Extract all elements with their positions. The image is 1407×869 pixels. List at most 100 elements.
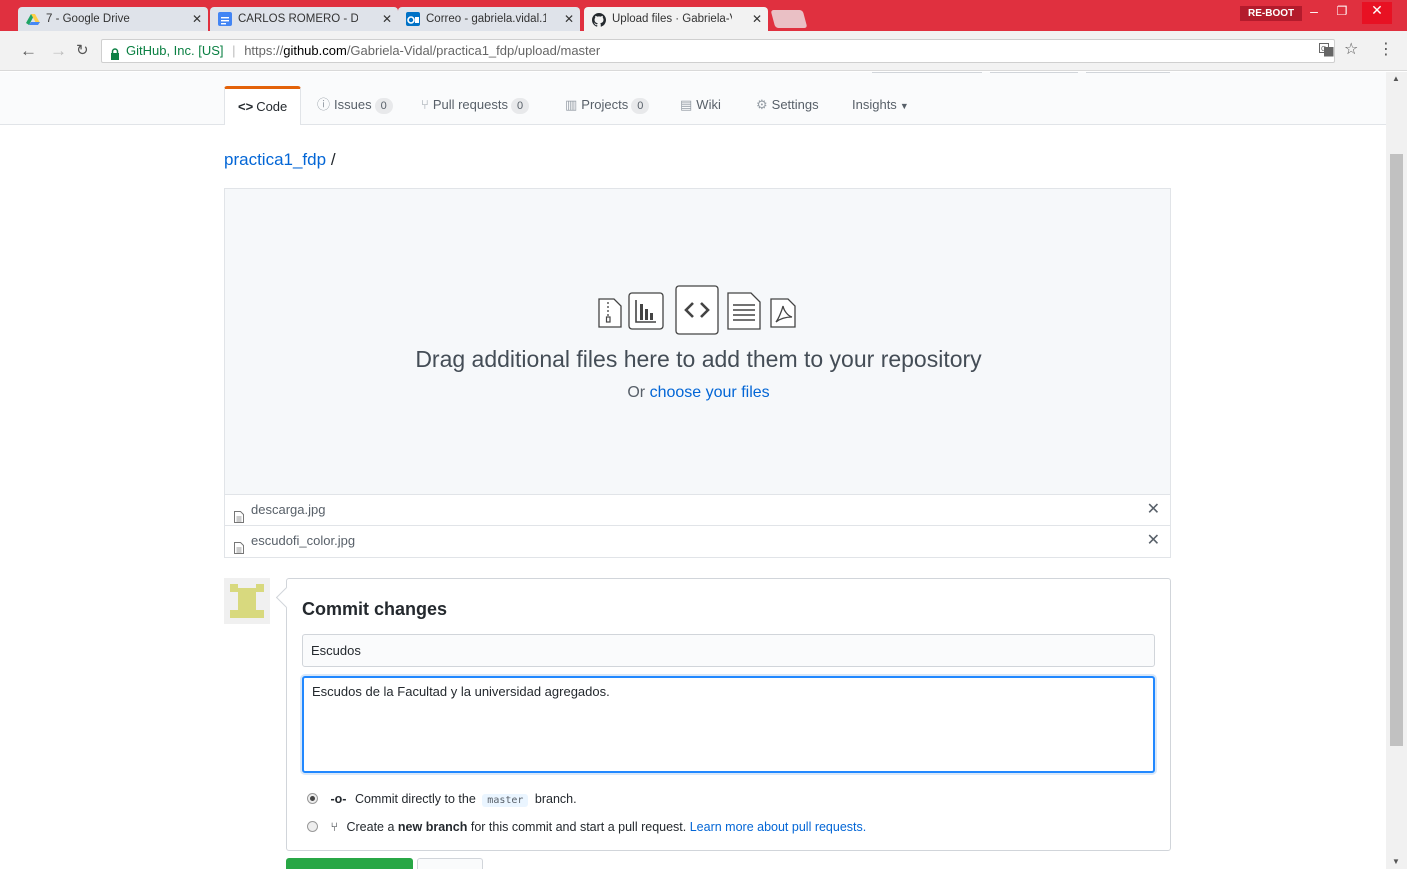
lock-icon [110, 45, 120, 60]
breadcrumb: practica1_fdp / [224, 148, 336, 172]
svg-text:G: G [1321, 46, 1326, 53]
dropzone-subtitle: Or choose your files [225, 384, 1172, 402]
menu-dots-icon[interactable]: ⋮ [1378, 41, 1394, 58]
reload-icon[interactable]: ↻ [76, 42, 89, 59]
repo-action-button[interactable] [1086, 72, 1170, 73]
commit-form: Commit changes Escudos de la Facultad y … [286, 578, 1171, 851]
commit-description-textarea[interactable]: Escudos de la Facultad y la universidad … [302, 676, 1155, 773]
google-drive-icon [26, 12, 40, 26]
tab-label: Projects [581, 97, 629, 112]
code-file-icon [675, 285, 719, 338]
page-scrollbar[interactable]: ▲ ▼ [1386, 72, 1407, 869]
tab-insights[interactable]: Insights ▼ [852, 86, 909, 125]
tab-title: Correo - gabriela.vidal.1 [426, 13, 546, 25]
tab-pull-requests[interactable]: ⑂ Pull requests 0 [421, 86, 530, 125]
file-zip-icon [598, 298, 622, 331]
text-file-icon [727, 292, 761, 333]
github-icon [592, 12, 607, 27]
scroll-down-icon[interactable]: ▼ [1392, 857, 1400, 866]
bookmark-star-icon[interactable]: ☆ [1344, 41, 1358, 58]
profile-badge[interactable]: RE-BOOT [1240, 6, 1303, 21]
forward-arrow-icon[interactable]: → [50, 42, 67, 59]
pull-request-icon: ⑂ [330, 820, 338, 834]
commit-summary-input[interactable] [302, 634, 1155, 667]
caret-down-icon: ▼ [899, 101, 909, 111]
remove-file-icon[interactable]: ✕ [1147, 495, 1160, 525]
commit-changes-button[interactable] [286, 858, 413, 869]
radio-new-branch[interactable] [307, 821, 318, 832]
commit-title: Commit changes [302, 599, 448, 619]
issues-counter: 0 [374, 98, 393, 114]
projects-counter: 0 [631, 98, 650, 114]
commit-direct-option[interactable]: -o- Commit directly to the master branch… [307, 792, 577, 807]
pulls-counter: 0 [510, 98, 530, 114]
project-icon: ▥ [565, 97, 578, 112]
avatar[interactable] [224, 578, 270, 624]
file-name: escudofi_color.jpg [251, 533, 356, 548]
tab-label: Pull requests [432, 97, 508, 112]
close-tab-icon[interactable]: ✕ [752, 7, 762, 31]
gear-icon: ⚙ [756, 97, 768, 112]
browser-toolbar: ← → ↻ GitHub, Inc. [US] | https://github… [0, 31, 1407, 71]
option-text: Commit directly to the [354, 792, 476, 806]
close-tab-icon[interactable]: ✕ [192, 7, 202, 31]
list-item: escudofi_color.jpg ✕ [224, 526, 1171, 558]
outlook-icon [406, 12, 420, 26]
tab-github-upload[interactable]: Upload files · Gabriela-Vi ✕ [584, 7, 768, 31]
tab-google-drive[interactable]: 7 - Google Drive ✕ [18, 7, 208, 31]
scroll-up-icon[interactable]: ▲ [1392, 74, 1400, 83]
dropzone-or-text: Or [627, 384, 646, 401]
option-text: Create a [346, 820, 395, 834]
tab-settings[interactable]: ⚙ Settings [756, 86, 819, 125]
url-scheme: https:// [244, 43, 284, 58]
tab-label: Code [256, 99, 288, 114]
browser-tab-bar: 7 - Google Drive ✕ CARLOS ROMERO - Doc ✕… [0, 0, 1407, 31]
close-window-icon[interactable]: ✕ [1362, 2, 1392, 24]
file-icon [234, 535, 244, 565]
breadcrumb-separator: / [330, 150, 336, 169]
code-icon: <> [238, 99, 254, 114]
new-tab-button[interactable] [770, 10, 808, 28]
pull-request-icon: ⑂ [421, 97, 429, 112]
tab-title: 7 - Google Drive [46, 13, 130, 25]
repo-header: <> Code ⓘ Issues 0 ⑂ Pull requests 0 ▥ Project… [0, 72, 1386, 125]
commit-new-branch-option[interactable]: ⑂ Create a new branch for this commit an… [307, 820, 866, 834]
address-bar[interactable]: GitHub, Inc. [US] | https://github.com/G… [101, 39, 1335, 63]
tab-outlook-mail[interactable]: Correo - gabriela.vidal.1 ✕ [398, 7, 580, 31]
tab-label: Settings [771, 97, 819, 112]
close-tab-icon[interactable]: ✕ [564, 7, 574, 31]
file-name: descarga.jpg [251, 502, 326, 517]
tab-issues[interactable]: ⓘ Issues 0 [317, 86, 393, 125]
uploaded-file-list: descarga.jpg ✕ escudofi_color.jpg ✕ [224, 494, 1171, 558]
pdf-file-icon [770, 298, 796, 331]
url-path: /Gabriela-Vidal/practica1_fdp/upload/mas… [346, 43, 601, 58]
translate-icon[interactable]: G [1319, 43, 1334, 62]
tab-label: Issues [334, 97, 372, 112]
tab-google-docs[interactable]: CARLOS ROMERO - Doc ✕ [210, 7, 398, 31]
cancel-button[interactable] [417, 858, 483, 869]
tab-title: Upload files · Gabriela-Vi [612, 13, 732, 25]
tab-wiki[interactable]: ▤ Wiki [680, 86, 721, 125]
repo-action-button[interactable] [990, 72, 1078, 73]
commit-icon: -o- [330, 792, 347, 806]
repo-action-button[interactable] [872, 72, 982, 73]
tab-label: Wiki [696, 97, 721, 112]
option-bold-text: new branch [397, 820, 468, 834]
branch-name: master [482, 794, 529, 807]
back-arrow-icon[interactable]: ← [20, 42, 37, 59]
dropzone-title: Drag additional files here to add them t… [415, 346, 982, 372]
file-dropzone[interactable]: Drag additional files here to add them t… [224, 188, 1171, 494]
repo-link[interactable]: practica1_fdp [224, 150, 326, 169]
list-item: descarga.jpg ✕ [224, 494, 1171, 526]
tab-projects[interactable]: ▥ Projects 0 [565, 86, 650, 125]
tab-code[interactable]: <> Code [224, 86, 302, 125]
choose-files-link[interactable]: choose your files [650, 384, 770, 401]
scrollbar-thumb[interactable] [1390, 154, 1403, 746]
issue-icon: ⓘ [317, 97, 331, 112]
restore-icon[interactable]: ❐ [1328, 4, 1356, 18]
learn-more-link[interactable]: Learn more about pull requests. [690, 820, 867, 834]
remove-file-icon[interactable]: ✕ [1147, 526, 1160, 556]
minimize-icon[interactable]: – [1300, 3, 1328, 19]
radio-commit-direct[interactable] [307, 793, 318, 804]
close-tab-icon[interactable]: ✕ [382, 7, 392, 31]
